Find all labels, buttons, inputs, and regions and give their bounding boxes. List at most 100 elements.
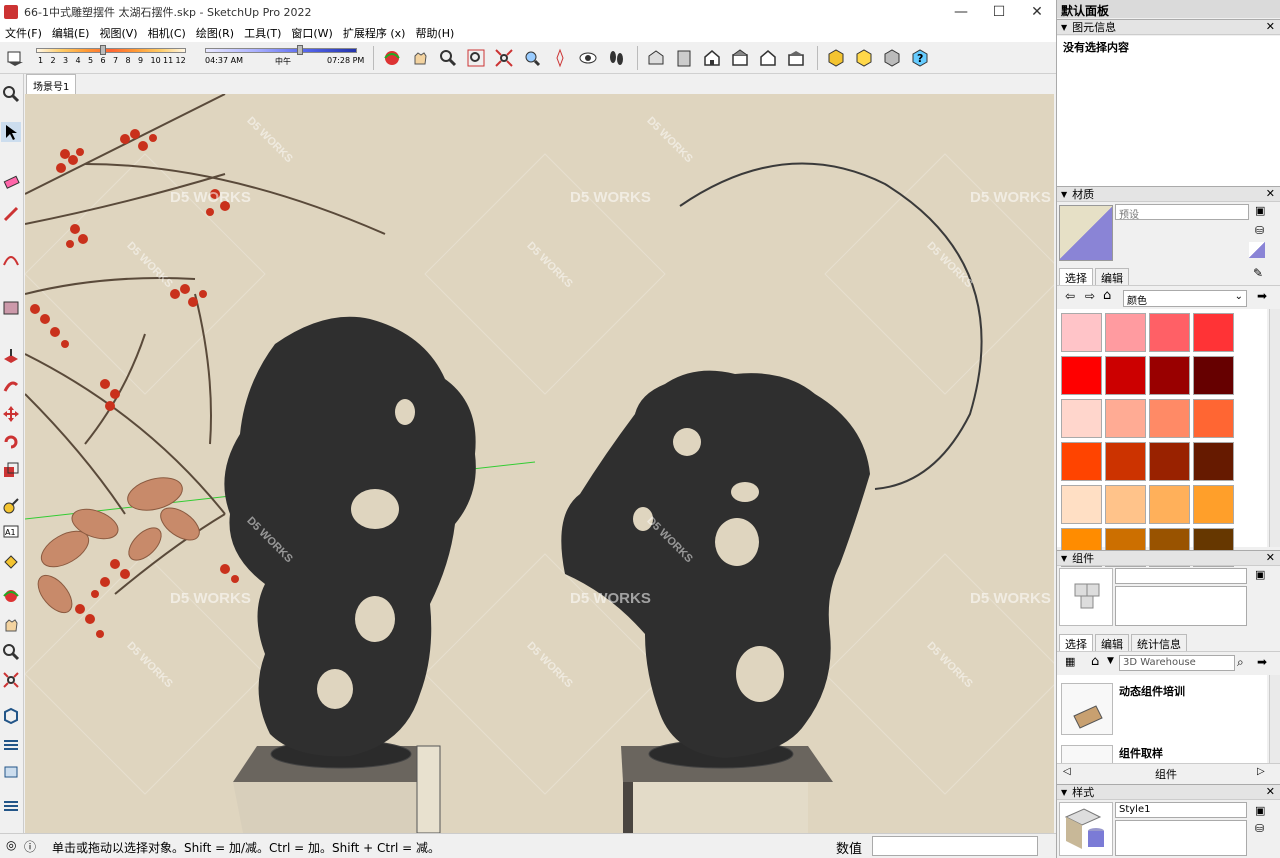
- styles-header[interactable]: ▼ 样式 ✕: [1057, 784, 1280, 800]
- material-swatch[interactable]: [1061, 356, 1102, 395]
- menu-view[interactable]: 视图(V): [94, 25, 142, 41]
- material-swatch[interactable]: [1149, 356, 1190, 395]
- material-swatch[interactable]: [1105, 313, 1146, 352]
- chevron-down-icon[interactable]: ▼: [1107, 656, 1114, 666]
- rectangle-tool-icon[interactable]: [1, 298, 21, 318]
- month-slider-thumb[interactable]: [100, 45, 106, 55]
- extension-warehouse-icon[interactable]: [1, 734, 21, 754]
- warehouse-icon[interactable]: [1, 706, 21, 726]
- menu-camera[interactable]: 相机(C): [143, 25, 191, 41]
- components-scrollbar[interactable]: [1269, 675, 1280, 763]
- view-options-icon[interactable]: ▦: [1065, 655, 1075, 668]
- measurements-input[interactable]: [872, 836, 1038, 856]
- material-swatch[interactable]: [1193, 485, 1234, 524]
- front-view-icon[interactable]: [701, 47, 723, 69]
- material-swatch[interactable]: [1105, 356, 1146, 395]
- material-swatch[interactable]: [1193, 313, 1234, 352]
- close-button[interactable]: ✕: [1018, 0, 1056, 24]
- search-icon[interactable]: ⌕: [1237, 655, 1244, 670]
- maximize-button[interactable]: ☐: [980, 0, 1018, 24]
- menu-window[interactable]: 窗口(W): [286, 25, 337, 41]
- material-swatch[interactable]: [1061, 313, 1102, 352]
- zoom-icon[interactable]: [437, 47, 459, 69]
- menu-draw[interactable]: 绘图(R): [191, 25, 239, 41]
- extension-manager-icon[interactable]: [1, 796, 21, 816]
- help-icon[interactable]: ?: [909, 47, 931, 69]
- back-arrow-icon[interactable]: ⇦: [1065, 289, 1075, 303]
- tape-measure-tool-icon[interactable]: [1, 496, 21, 516]
- paint-bucket-tool-icon[interactable]: [1, 552, 21, 572]
- style-name-input[interactable]: Style1: [1115, 802, 1247, 818]
- component-thumbnail[interactable]: [1061, 683, 1113, 735]
- close-icon[interactable]: ✕: [1266, 20, 1275, 33]
- line-tool-icon[interactable]: [1, 204, 21, 224]
- orbit-tool-icon[interactable]: [1, 586, 21, 606]
- component-thumbnail[interactable]: [1061, 745, 1113, 763]
- component-name-input[interactable]: [1115, 568, 1247, 584]
- zoom-extents-tool-icon[interactable]: [1, 670, 21, 690]
- zoom-extents-icon[interactable]: [493, 47, 515, 69]
- home-icon[interactable]: ⌂: [1103, 288, 1111, 303]
- details-arrow-icon[interactable]: ➡: [1257, 289, 1267, 303]
- material-library-select[interactable]: 颜色 ⌄: [1123, 290, 1247, 307]
- components-header[interactable]: ▼ 组件 ✕: [1057, 550, 1280, 566]
- update-style-icon[interactable]: ⛁: [1255, 822, 1264, 835]
- zoom-tool-2-icon[interactable]: [1, 642, 21, 662]
- warehouse-search-input[interactable]: 3D Warehouse: [1119, 655, 1235, 671]
- material-swatch[interactable]: [1149, 442, 1190, 481]
- material-swatch[interactable]: [1105, 442, 1146, 481]
- material-name-input[interactable]: 预设: [1115, 204, 1249, 221]
- default-material-icon[interactable]: [1249, 242, 1265, 258]
- shaded-style-icon[interactable]: [853, 47, 875, 69]
- close-icon[interactable]: ✕: [1266, 785, 1275, 798]
- material-swatch[interactable]: [1193, 399, 1234, 438]
- forward-arrow-icon[interactable]: ⇨: [1085, 289, 1095, 303]
- model-viewport[interactable]: D5 WORKS D5 WORKS D5 WORKS D5 WORKS D5 W…: [25, 94, 1054, 833]
- back-view-icon[interactable]: [757, 47, 779, 69]
- select-tool-icon[interactable]: [1, 122, 21, 142]
- materials-scrollbar[interactable]: [1269, 309, 1280, 547]
- zoom-tool-icon[interactable]: [1, 84, 21, 104]
- scale-tool-icon[interactable]: [1, 460, 21, 480]
- scene-tab-1[interactable]: 场景号1: [26, 74, 77, 94]
- pan-tool-icon[interactable]: [1, 614, 21, 634]
- menu-help[interactable]: 帮助(H): [410, 25, 459, 41]
- scroll-right-icon[interactable]: ▷: [1257, 766, 1265, 777]
- material-swatch[interactable]: [1193, 356, 1234, 395]
- follow-me-tool-icon[interactable]: [1, 376, 21, 396]
- home-icon[interactable]: ⌂: [1091, 654, 1099, 669]
- create-material-icon[interactable]: ▣: [1255, 204, 1265, 217]
- right-view-icon[interactable]: [729, 47, 751, 69]
- material-swatch[interactable]: [1061, 442, 1102, 481]
- pan-hand-icon[interactable]: [409, 47, 431, 69]
- left-view-icon[interactable]: [785, 47, 807, 69]
- orbit-icon[interactable]: [381, 47, 403, 69]
- material-swatch[interactable]: [1149, 399, 1190, 438]
- monochrome-style-icon[interactable]: [881, 47, 903, 69]
- previous-view-icon[interactable]: [521, 47, 543, 69]
- push-pull-tool-icon[interactable]: [1, 346, 21, 366]
- material-swatch[interactable]: [1105, 399, 1146, 438]
- layout-send-icon[interactable]: [1, 762, 21, 782]
- details-arrow-icon[interactable]: ➡: [1257, 655, 1267, 669]
- text-tool-icon[interactable]: A1: [1, 522, 21, 542]
- month-slider[interactable]: [36, 48, 186, 53]
- close-icon[interactable]: ✕: [1266, 551, 1275, 564]
- eraser-tool-icon[interactable]: [1, 172, 21, 192]
- close-icon[interactable]: ✕: [1266, 187, 1275, 200]
- material-swatch[interactable]: [1061, 399, 1102, 438]
- material-swatch[interactable]: [1193, 442, 1234, 481]
- sample-paint-icon[interactable]: ⛁: [1255, 224, 1264, 237]
- scroll-left-icon[interactable]: ◁: [1063, 766, 1071, 777]
- material-swatch[interactable]: [1149, 313, 1190, 352]
- component-item-dynamic-training[interactable]: 动态组件培训: [1119, 683, 1185, 699]
- info-icon[interactable]: ⓘ: [24, 838, 36, 855]
- time-slider-thumb[interactable]: [297, 45, 303, 55]
- eyedropper-icon[interactable]: ✎: [1253, 266, 1263, 280]
- shadows-toggle-icon[interactable]: [4, 47, 26, 69]
- time-slider[interactable]: [205, 48, 357, 53]
- material-swatch[interactable]: [1149, 485, 1190, 524]
- walk-icon[interactable]: [605, 47, 627, 69]
- geo-location-icon[interactable]: ◎: [6, 838, 16, 852]
- material-swatch[interactable]: [1061, 485, 1102, 524]
